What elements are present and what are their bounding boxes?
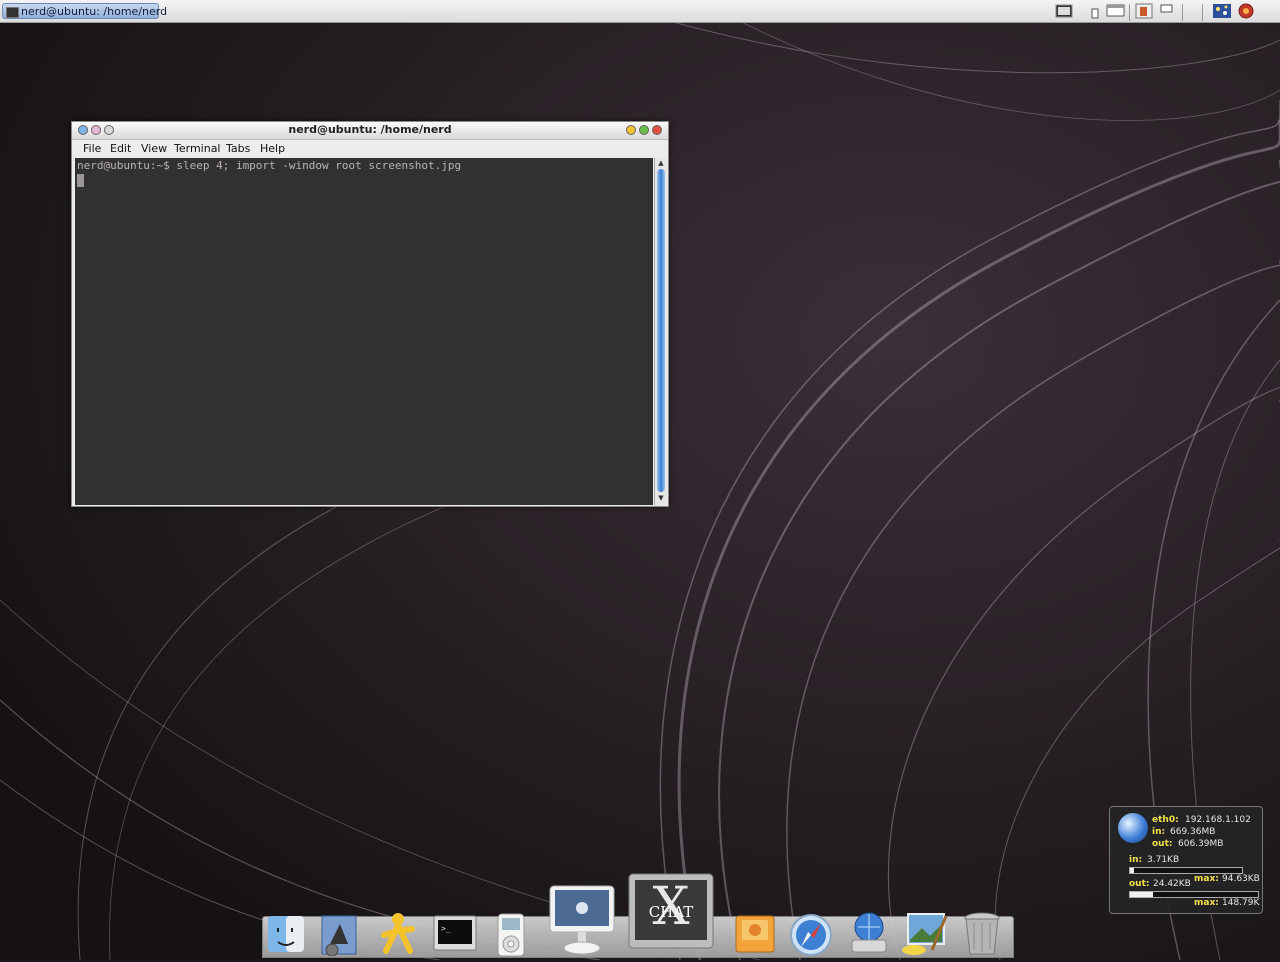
close-icon[interactable] bbox=[652, 125, 662, 135]
terminal-output[interactable]: nerd@ubuntu:~$ sleep 4; import -window r… bbox=[75, 158, 653, 505]
top-panel: nerd@ubuntu: /home/nerd bbox=[0, 0, 1280, 23]
stars-icon[interactable] bbox=[1212, 2, 1232, 20]
menu-bar: File Edit View Terminal Tabs Help bbox=[72, 140, 668, 158]
menu-tabs[interactable]: Tabs bbox=[226, 142, 250, 155]
menu-help[interactable]: Help bbox=[260, 142, 285, 155]
menu-file[interactable]: File bbox=[83, 142, 101, 155]
terminal-icon[interactable]: >_ bbox=[432, 914, 478, 958]
menu-terminal[interactable]: Terminal bbox=[174, 142, 221, 155]
finder-icon[interactable] bbox=[266, 914, 306, 958]
menu-edit[interactable]: Edit bbox=[110, 142, 131, 155]
clipboard-icon[interactable] bbox=[1134, 2, 1154, 20]
minimize-icon[interactable] bbox=[626, 125, 636, 135]
tray-separator bbox=[1182, 4, 1183, 21]
ip-address: 192.168.1.102 bbox=[1185, 815, 1251, 825]
network-drive-icon[interactable] bbox=[846, 910, 892, 960]
svg-text:>_: >_ bbox=[441, 924, 451, 933]
in-rate-label: in: bbox=[1129, 855, 1143, 865]
power-icon[interactable] bbox=[1236, 2, 1256, 20]
scroll-up-icon[interactable]: ▲ bbox=[656, 159, 666, 168]
network-monitor: eth0: 192.168.1.102 in: 669.36MB out: 60… bbox=[1109, 806, 1263, 914]
total-in-label: in: bbox=[1152, 827, 1166, 837]
out-rate-label: out: bbox=[1129, 879, 1150, 889]
tray-separator bbox=[1202, 4, 1203, 21]
in-rate-value: 3.71KB bbox=[1147, 855, 1180, 865]
scroll-down-icon[interactable]: ▼ bbox=[656, 494, 666, 503]
max-in-label: max: bbox=[1194, 874, 1219, 884]
window-titlebar[interactable]: nerd@ubuntu: /home/nerd bbox=[72, 122, 668, 140]
maximize-icon[interactable] bbox=[639, 125, 649, 135]
text-cursor bbox=[77, 174, 84, 187]
mail-icon[interactable] bbox=[318, 912, 362, 960]
tray-separator bbox=[1129, 4, 1130, 21]
terminal-window[interactable]: nerd@ubuntu: /home/nerd File Edit View T… bbox=[71, 121, 669, 507]
max-out-label: max: bbox=[1194, 898, 1219, 908]
out-rate-bar bbox=[1129, 891, 1259, 898]
trash-icon[interactable] bbox=[962, 910, 1002, 962]
terminal-icon bbox=[6, 7, 19, 18]
in-rate-bar bbox=[1129, 867, 1243, 874]
window-icon[interactable] bbox=[1106, 2, 1126, 20]
ipod-icon[interactable] bbox=[496, 912, 526, 962]
scrollbar-thumb[interactable] bbox=[657, 169, 665, 492]
max-in-value: 94.63KB bbox=[1222, 874, 1260, 884]
menu-view[interactable]: View bbox=[141, 142, 167, 155]
firefox-icon[interactable] bbox=[732, 910, 778, 960]
window-title: nerd@ubuntu: /home/nerd bbox=[288, 123, 452, 136]
out-rate-fill bbox=[1130, 892, 1154, 897]
user-icon[interactable] bbox=[1085, 2, 1105, 20]
taskbar-window-button[interactable]: nerd@ubuntu: /home/nerd bbox=[2, 3, 167, 19]
taskbar-window-label: nerd@ubuntu: /home/nerd bbox=[21, 5, 168, 18]
out-rate-value: 24.42KB bbox=[1153, 879, 1191, 889]
network-globe-icon bbox=[1118, 813, 1148, 843]
in-rate-fill bbox=[1130, 868, 1135, 873]
xchat-word: CHAT bbox=[649, 903, 694, 921]
xchat-icon[interactable]: X CHAT bbox=[627, 872, 715, 956]
aim-icon[interactable] bbox=[376, 911, 420, 961]
total-in-value: 669.36MB bbox=[1170, 827, 1216, 837]
workspace-switcher-icon[interactable] bbox=[1054, 2, 1074, 20]
iface-label: eth0: bbox=[1152, 815, 1179, 825]
paint-icon[interactable] bbox=[900, 910, 948, 962]
total-out-value: 606.39MB bbox=[1178, 839, 1224, 849]
window-list-icon[interactable] bbox=[1156, 2, 1176, 20]
command-line: nerd@ubuntu:~$ sleep 4; import -window r… bbox=[77, 159, 462, 172]
total-out-label: out: bbox=[1152, 839, 1173, 849]
scrollbar[interactable]: ▲ ▼ bbox=[654, 158, 667, 505]
safari-icon[interactable] bbox=[788, 912, 834, 962]
imac-icon[interactable] bbox=[548, 884, 616, 960]
max-out-value: 148.79K bbox=[1222, 898, 1260, 908]
system-tray bbox=[1052, 2, 1280, 21]
